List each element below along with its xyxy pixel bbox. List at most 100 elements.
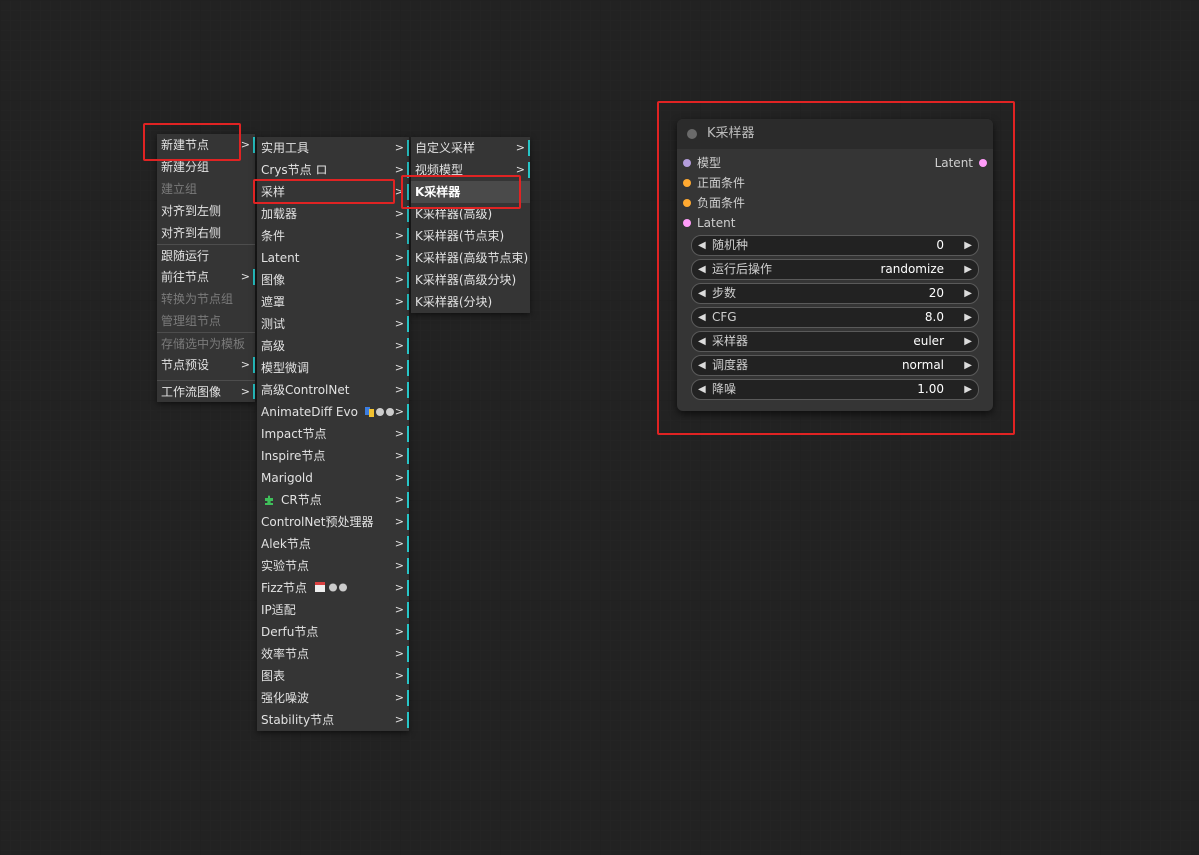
menu-item-alek-nodes[interactable]: Alek节点 > [257, 533, 409, 555]
widget-denoise[interactable]: ◀ 降噪 1.00 ▶ [691, 379, 979, 400]
menu-item-ksampler-advanced-pipe[interactable]: K采样器(高级节点束) [411, 247, 530, 269]
menu-item-convert-to-group-node: 转换为节点组 [157, 288, 255, 310]
menu-item-new-node[interactable]: 新建节点 > [157, 134, 255, 156]
widget-label: CFG [712, 310, 737, 324]
chevron-right-icon: > [394, 515, 404, 528]
menu-item-conditioning[interactable]: 条件 > [257, 225, 409, 247]
chevron-right-icon: > [394, 471, 404, 484]
menu-item-custom-sampling[interactable]: 自定义采样 > [411, 137, 530, 159]
menu-item-derfu-nodes[interactable]: Derfu节点 > [257, 621, 409, 643]
slot-label: Latent [934, 156, 973, 170]
menu-item-loaders[interactable]: 加载器 > [257, 203, 409, 225]
menu-item-utils[interactable]: 实用工具 > [257, 137, 409, 159]
widget-control-after-generate[interactable]: ◀ 运行后操作 randomize ▶ [691, 259, 979, 280]
menu-item-ksampler-tiled[interactable]: K采样器(分块) [411, 291, 530, 313]
widget-cfg[interactable]: ◀ CFG 8.0 ▶ [691, 307, 979, 328]
chevron-right-icon: > [240, 138, 250, 151]
menu-item-crys-nodes[interactable]: Crys节点 ロ > [257, 159, 409, 181]
increment-arrow-icon[interactable]: ▶ [964, 236, 972, 255]
ksampler-node[interactable]: K采样器 模型 正面条件 负面条件 Latent Latent ◀ 随机种 0 … [677, 119, 993, 411]
increment-arrow-icon[interactable]: ▶ [964, 308, 972, 327]
menu-item-label: IP适配 [261, 603, 296, 617]
menu-item-label: 采样 [261, 185, 286, 199]
menu-item-label: K采样器(节点束) [415, 229, 505, 243]
increment-arrow-icon[interactable]: ▶ [964, 380, 972, 399]
decrement-arrow-icon[interactable]: ◀ [698, 284, 706, 303]
menu-item-label: 新建分组 [161, 160, 210, 174]
menu-item-inspire-nodes[interactable]: Inspire节点 > [257, 445, 409, 467]
menu-item-cr-nodes[interactable]: CR节点 > [257, 489, 409, 511]
chevron-right-icon: > [394, 603, 404, 616]
widget-value: 1.00 [917, 382, 944, 396]
widget-steps[interactable]: ◀ 步数 20 ▶ [691, 283, 979, 304]
menu-item-node-presets[interactable]: 节点预设 > [157, 354, 255, 376]
decrement-arrow-icon[interactable]: ◀ [698, 236, 706, 255]
menu-item-controlnet-preprocessors[interactable]: ControlNet预处理器 > [257, 511, 409, 533]
input-slot-negative[interactable]: 负面条件 [683, 194, 745, 212]
menu-item-label: 图像 [261, 273, 286, 287]
node-title-bar[interactable]: K采样器 [677, 119, 993, 149]
menu-item-label: K采样器(高级节点束) [415, 251, 529, 265]
menu-item-ksampler-pipe[interactable]: K采样器(节点束) [411, 225, 530, 247]
menu-item-fizz-nodes[interactable]: Fizz节点 > [257, 577, 409, 599]
menu-item-align-right[interactable]: 对齐到右侧 [157, 222, 255, 244]
node-title: K采样器 [707, 126, 755, 141]
menu-item-align-left[interactable]: 对齐到左侧 [157, 200, 255, 222]
menu-item-follow-execution[interactable]: 跟随运行 [157, 244, 255, 266]
menu-item-ip-adapter[interactable]: IP适配 > [257, 599, 409, 621]
increment-arrow-icon[interactable]: ▶ [964, 332, 972, 351]
increment-arrow-icon[interactable]: ▶ [964, 260, 972, 279]
menu-item-video-models[interactable]: 视频模型 > [411, 159, 530, 181]
menu-item-ksampler-advanced-tiled[interactable]: K采样器(高级分块) [411, 269, 530, 291]
increment-arrow-icon[interactable]: ▶ [964, 356, 972, 375]
menu-item-label: Marigold [261, 471, 313, 485]
decrement-arrow-icon[interactable]: ◀ [698, 308, 706, 327]
menu-item-ksampler[interactable]: K采样器 [411, 181, 530, 203]
input-slot-positive[interactable]: 正面条件 [683, 174, 746, 192]
decrement-arrow-icon[interactable]: ◀ [698, 356, 706, 375]
output-slot-latent[interactable]: Latent [934, 154, 987, 172]
menu-item-experimental-nodes[interactable]: 实验节点 > [257, 555, 409, 577]
widget-sampler[interactable]: ◀ 采样器 euler ▶ [691, 331, 979, 352]
menu-item-advanced-controlnet[interactable]: 高级ControlNet > [257, 379, 409, 401]
widget-seed[interactable]: ◀ 随机种 0 ▶ [691, 235, 979, 256]
menu-item-model-finetune[interactable]: 模型微调 > [257, 357, 409, 379]
decrement-arrow-icon[interactable]: ◀ [698, 260, 706, 279]
input-slot-model[interactable]: 模型 [683, 154, 721, 172]
chevron-right-icon: > [394, 317, 404, 330]
menu-item-label: Latent [261, 251, 300, 265]
menu-item-label: Stability节点 [261, 713, 335, 727]
menu-item-marigold[interactable]: Marigold > [257, 467, 409, 489]
menu-item-save-as-template: 存储选中为模板 [157, 332, 255, 354]
widget-value: 8.0 [924, 310, 944, 324]
menu-item-noise-enhance[interactable]: 强化噪波 > [257, 687, 409, 709]
slot-label: 正面条件 [697, 176, 746, 190]
menu-item-label: 节点预设 [161, 358, 210, 372]
menu-item-workflow-image[interactable]: 工作流图像 > [157, 380, 255, 402]
menu-item-efficiency-nodes[interactable]: 效率节点 > [257, 643, 409, 665]
menu-item-testing[interactable]: 测试 > [257, 313, 409, 335]
menu-item-image[interactable]: 图像 > [257, 269, 409, 291]
decrement-arrow-icon[interactable]: ◀ [698, 332, 706, 351]
menu-item-sampling[interactable]: 采样 > [257, 181, 409, 203]
menu-item-animatediff-evo[interactable]: AnimateDiff Evo > [257, 401, 409, 423]
chevron-right-icon: > [394, 251, 404, 264]
menu-item-impact-nodes[interactable]: Impact节点 > [257, 423, 409, 445]
menu-item-charts[interactable]: 图表 > [257, 665, 409, 687]
menu-item-ksampler-advanced[interactable]: K采样器(高级) [411, 203, 530, 225]
input-slot-latent[interactable]: Latent [683, 214, 735, 232]
menu-item-latent[interactable]: Latent > [257, 247, 409, 269]
menu-item-advanced[interactable]: 高级 > [257, 335, 409, 357]
menu-item-stability-nodes[interactable]: Stability节点 > [257, 709, 409, 731]
decrement-arrow-icon[interactable]: ◀ [698, 380, 706, 399]
chevron-right-icon: > [394, 339, 404, 352]
chevron-right-icon: > [515, 163, 525, 176]
chevron-right-icon: > [394, 625, 404, 638]
menu-item-mask[interactable]: 遮罩 > [257, 291, 409, 313]
menu-item-new-group[interactable]: 新建分组 [157, 156, 255, 178]
collapse-dot-icon[interactable] [687, 129, 697, 139]
menu-item-label: 视频模型 [415, 163, 464, 177]
increment-arrow-icon[interactable]: ▶ [964, 284, 972, 303]
widget-scheduler[interactable]: ◀ 调度器 normal ▶ [691, 355, 979, 376]
menu-item-go-to-node[interactable]: 前往节点 > [157, 266, 255, 288]
